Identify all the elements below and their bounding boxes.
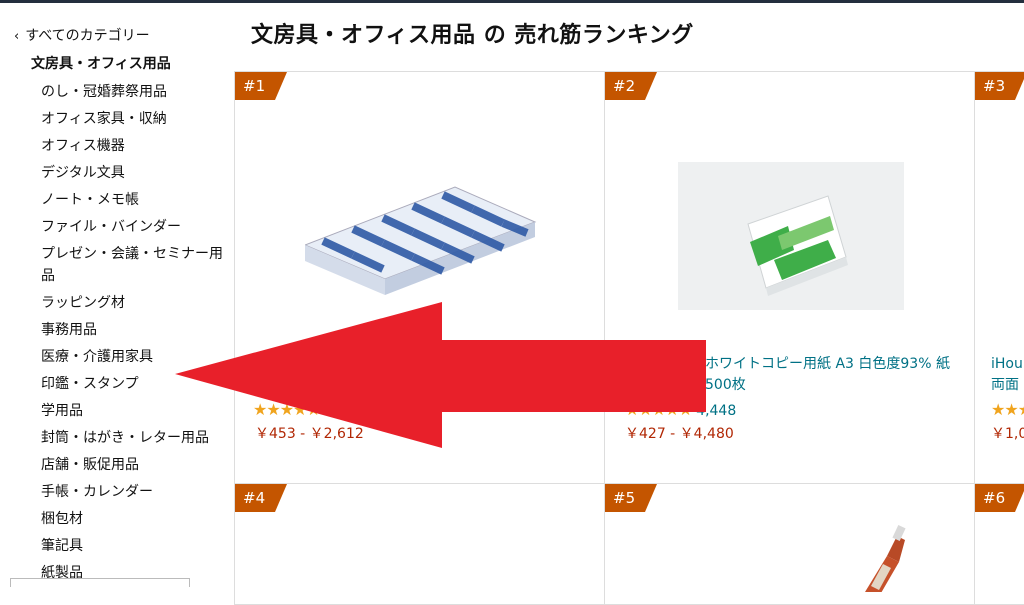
product-image-copy-paper-pack[interactable] [305, 167, 545, 302]
sidebar-item[interactable]: ラッピング材 [41, 290, 233, 317]
sidebar-item[interactable]: 封筒・はがき・レター用品 [41, 425, 233, 452]
sidebar-item[interactable]: デジタル文具 [41, 160, 233, 187]
rank-badge: #4 [235, 484, 287, 512]
rank-badge: #3 [975, 72, 1024, 100]
page-title: 文房具・オフィス用品 の 売れ筋ランキング [251, 23, 694, 48]
current-category: 文房具・オフィス用品 [31, 56, 171, 72]
sidebar-item[interactable]: ファイル・バインダー [41, 214, 233, 241]
rating[interactable]: ★★★★★ [253, 400, 321, 419]
sidebar-item[interactable]: 学用品 [41, 398, 233, 425]
rank-label: #4 [243, 489, 266, 507]
product-image-pen[interactable] [825, 522, 915, 592]
rank-label: #1 [243, 77, 266, 95]
rank-label: #3 [983, 77, 1006, 95]
rating[interactable]: ★★★★★ 4,448 [625, 400, 736, 419]
rank-label: #5 [613, 489, 636, 507]
sidebar-item[interactable]: 手帳・カレンダー [41, 479, 233, 506]
sidebar-item[interactable]: 梱包材 [41, 506, 233, 533]
product-title: ホワイトコピー用紙 A3 白色度93% 紙 [705, 356, 950, 372]
rank-label: #6 [983, 489, 1006, 507]
price: ￥427 - ￥4,480 [625, 426, 734, 442]
sidebar-item[interactable]: 店舗・販促用品 [41, 452, 233, 479]
product-card-3[interactable]: #3 iHou 両面 ★★★ ￥1,0 [974, 71, 1024, 485]
sidebar-item[interactable]: オフィス家具・収納 [41, 106, 233, 133]
all-categories-label: すべてのカテゴリー [25, 28, 150, 44]
rank-badge: #2 [605, 72, 657, 100]
product-card-6[interactable]: #6 [974, 483, 1024, 605]
price: ￥1,0 [991, 426, 1024, 442]
product-card-1[interactable]: #1 ★★★★★ ￥453 - ￥2,612 [234, 71, 606, 485]
product-image-white-copy-paper[interactable] [678, 162, 904, 310]
product-title-link[interactable]: ホワイトコピー用紙 A3 白色度93% 紙 500枚 [705, 354, 950, 396]
category-sidebar: ‹ すべてのカテゴリー 文房具・オフィス用品 のし・冠婚葬祭用品 オフィス家具・収… [0, 3, 234, 587]
sidebar-item[interactable]: 事務用品 [41, 317, 233, 344]
product-card-2[interactable]: #2 ホワイトコピー用紙 A3 白色度93% 紙 500枚 ★★★★★ 4,44… [604, 71, 976, 485]
rank-badge: #5 [605, 484, 657, 512]
star-rating-icon: ★★★★★ [253, 400, 321, 419]
star-rating-icon: ★★★ [991, 400, 1024, 419]
star-rating-icon: ★★★★★ [625, 400, 693, 419]
product-title-link[interactable]: iHou 両面 [991, 354, 1023, 396]
rating-count: 4,448 [696, 403, 737, 419]
product-title: iHou [991, 356, 1023, 372]
product-title-line2: 両面 [991, 377, 1019, 393]
chevron-left-icon: ‹ [14, 29, 20, 44]
subcategory-list: のし・冠婚葬祭用品 オフィス家具・収納 オフィス機器 デジタル文具 ノート・メモ… [41, 79, 233, 587]
rating[interactable]: ★★★ [991, 400, 1024, 419]
sidebar-item[interactable]: 筆記具 [41, 533, 233, 560]
sidebar-item[interactable]: のし・冠婚葬祭用品 [41, 79, 233, 106]
rank-badge: #1 [235, 72, 287, 100]
ranking-main: 文房具・オフィス用品 の 売れ筋ランキング #1 ★★★★★ ￥453 - ￥2… [234, 3, 1024, 605]
product-card-4[interactable]: #4 [234, 483, 606, 605]
sidebar-item[interactable]: 医療・介護用家具 [41, 344, 233, 371]
rank-label: #2 [613, 77, 636, 95]
sidebar-box-edge [10, 578, 190, 587]
price: ￥453 - ￥2,612 [255, 426, 364, 442]
all-categories-link[interactable]: ‹ すべてのカテゴリー [14, 25, 150, 45]
sidebar-item[interactable]: ノート・メモ帳 [41, 187, 233, 214]
sidebar-item[interactable]: 印鑑・スタンプ [41, 371, 233, 398]
product-title-line2: 500枚 [705, 377, 746, 393]
rank-badge: #6 [975, 484, 1024, 512]
product-card-5[interactable]: #5 [604, 483, 976, 605]
sidebar-item[interactable]: オフィス機器 [41, 133, 233, 160]
sidebar-item[interactable]: プレゼン・会議・セミナー用品 [41, 241, 233, 290]
